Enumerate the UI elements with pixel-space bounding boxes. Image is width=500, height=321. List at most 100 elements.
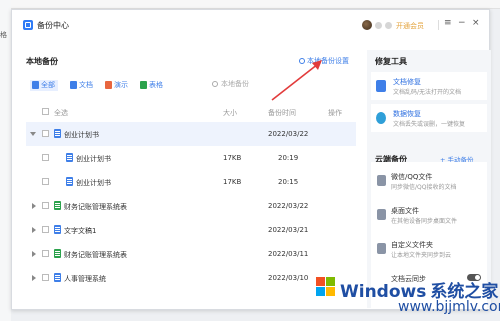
table-row[interactable]: 文字文稿1 2022/03/21 <box>26 218 356 242</box>
file-name: 创业计划书 <box>64 131 99 139</box>
spreadsheet-icon <box>140 81 147 89</box>
table-row[interactable]: 创业计划书 17KB 20:19 <box>26 146 356 170</box>
cloud-item-title: 桌面文件 <box>391 207 419 215</box>
search-placeholder: 本地备份 <box>221 79 249 88</box>
backup-time: 20:19 <box>278 154 299 162</box>
windows-logo-icon <box>316 277 336 297</box>
watermark-url: www.bjjmlv.com <box>398 299 500 315</box>
status-dot-icon[interactable] <box>385 22 392 29</box>
document-repair-icon <box>376 80 386 92</box>
background-left-text: 格 <box>0 31 7 39</box>
table-header: 全选 大小 备份时间 操作 <box>26 107 356 119</box>
vip-link[interactable]: 开通会员 <box>396 21 424 31</box>
expand-arrow-icon[interactable] <box>32 251 36 257</box>
folder-icon <box>377 243 386 254</box>
filter-all[interactable]: 全部 <box>30 79 58 91</box>
background-left-strip: 格 <box>0 0 11 321</box>
close-button[interactable]: × <box>472 18 480 28</box>
filter-document[interactable]: 文档 <box>70 80 93 91</box>
right-sidebar: 修复工具 文档修复 文档乱码/无法打开的文档 数据恢复 文档丢失或误删，一键恢复… <box>367 50 491 308</box>
document-icon <box>70 81 77 89</box>
avatar[interactable] <box>362 20 372 30</box>
backup-search-input[interactable]: 本地备份 <box>212 77 272 90</box>
collapse-arrow-icon[interactable] <box>30 132 36 136</box>
all-files-icon <box>32 81 39 89</box>
file-size: 17KB <box>223 154 242 162</box>
logo-tile <box>316 287 325 296</box>
backup-time: 2022/03/11 <box>268 250 309 258</box>
presentation-icon <box>105 81 112 89</box>
title-bar: 备份中心 开通会员 ≡ − × <box>12 10 489 40</box>
file-name: 财务记账管理系统表 <box>64 203 127 211</box>
data-recovery-tool[interactable]: 数据恢复 文档丢失或误删，一键恢复 <box>371 104 487 132</box>
filter-all-label: 全部 <box>41 81 55 89</box>
document-file-icon <box>54 129 61 138</box>
document-file-icon <box>54 225 61 234</box>
logo-tile <box>326 287 335 296</box>
time-column-header: 备份时间 <box>268 109 296 117</box>
cloud-item-custom-folder[interactable]: 自定义文件夹 让本地文件夹同步到云 <box>371 236 487 264</box>
menu-icon[interactable]: ≡ <box>444 18 452 28</box>
tool-title: 文档修复 <box>393 78 421 86</box>
row-checkbox[interactable] <box>42 178 49 185</box>
repair-tools-title: 修复工具 <box>375 57 407 66</box>
file-name: 人事管理系统 <box>64 275 106 283</box>
minimize-button[interactable]: − <box>458 18 466 28</box>
table-row[interactable]: 创业计划书 2022/03/22 <box>26 122 356 146</box>
table-row[interactable]: 财务记账管理系统表 2022/03/11 <box>26 242 356 266</box>
window-title: 备份中心 <box>37 21 69 30</box>
row-checkbox[interactable] <box>42 202 49 209</box>
settings-icon <box>299 58 305 64</box>
cloud-item-desktop[interactable]: 桌面文件 在其他设备同步桌面文件 <box>371 202 487 230</box>
document-file-icon <box>54 273 61 282</box>
expand-arrow-icon[interactable] <box>32 227 36 233</box>
actions-column-header: 操作 <box>328 109 342 117</box>
table-row[interactable]: 财务记账管理系统表 2022/03/22 <box>26 194 356 218</box>
document-repair-tool[interactable]: 文档修复 文档乱码/无法打开的文档 <box>371 72 487 100</box>
size-column-header: 大小 <box>223 109 237 117</box>
file-name: 创业计划书 <box>76 179 111 187</box>
cloud-item-description: 让本地文件夹同步到云 <box>391 252 452 259</box>
select-all-checkbox[interactable] <box>42 108 49 115</box>
row-checkbox[interactable] <box>42 226 49 233</box>
row-checkbox[interactable] <box>42 154 49 161</box>
titlebar-divider <box>438 20 439 30</box>
cloud-item-title: 微信/QQ文件 <box>391 173 433 181</box>
filter-presentation[interactable]: 演示 <box>105 80 128 91</box>
select-all-label: 全选 <box>54 109 68 117</box>
spreadsheet-file-icon <box>54 201 61 210</box>
data-recovery-icon <box>376 112 386 124</box>
filter-spreadsheet[interactable]: 表格 <box>140 80 163 91</box>
filter-presentation-label: 演示 <box>114 81 128 89</box>
cloud-item-description: 在其他设备同步桌面文件 <box>391 218 458 225</box>
background-top-bar <box>0 0 500 9</box>
logo-tile <box>326 277 335 286</box>
local-backup-panel: 本地备份 本地备份设置 全部 文档 演示 表格 本地备份 全选 大小 备份时间 … <box>26 50 356 306</box>
backup-time: 2022/03/22 <box>268 130 309 138</box>
expand-arrow-icon[interactable] <box>32 203 36 209</box>
watermark: Windows 系统之家 www.bjjmlv.com <box>296 275 500 321</box>
row-checkbox[interactable] <box>42 274 49 281</box>
backup-time: 2022/03/21 <box>268 226 309 234</box>
filter-document-label: 文档 <box>79 81 93 89</box>
cloud-item-description: 同步微信/QQ接收的文档 <box>391 184 457 191</box>
status-dot-icon[interactable] <box>375 22 382 29</box>
cloud-item-wechat-qq[interactable]: 微信/QQ文件 同步微信/QQ接收的文档 <box>371 168 487 196</box>
desktop-file-icon <box>377 209 386 220</box>
tool-description: 文档乱码/无法打开的文档 <box>393 89 462 96</box>
tool-description: 文档丢失或误删，一键恢复 <box>393 121 466 128</box>
file-size: 17KB <box>223 178 242 186</box>
backup-time: 2022/03/22 <box>268 202 309 210</box>
table-row[interactable]: 创业计划书 17KB 20:15 <box>26 170 356 194</box>
document-file-icon <box>66 153 73 162</box>
cloud-item-title: 自定义文件夹 <box>391 241 433 249</box>
local-backup-settings-link[interactable]: 本地备份设置 <box>299 56 349 66</box>
search-icon <box>212 80 218 87</box>
spreadsheet-file-icon <box>54 249 61 258</box>
filter-spreadsheet-label: 表格 <box>149 81 163 89</box>
expand-arrow-icon[interactable] <box>32 275 36 281</box>
file-name: 财务记账管理系统表 <box>64 251 127 259</box>
row-checkbox[interactable] <box>42 250 49 257</box>
row-checkbox[interactable] <box>42 130 49 137</box>
document-file-icon <box>66 177 73 186</box>
